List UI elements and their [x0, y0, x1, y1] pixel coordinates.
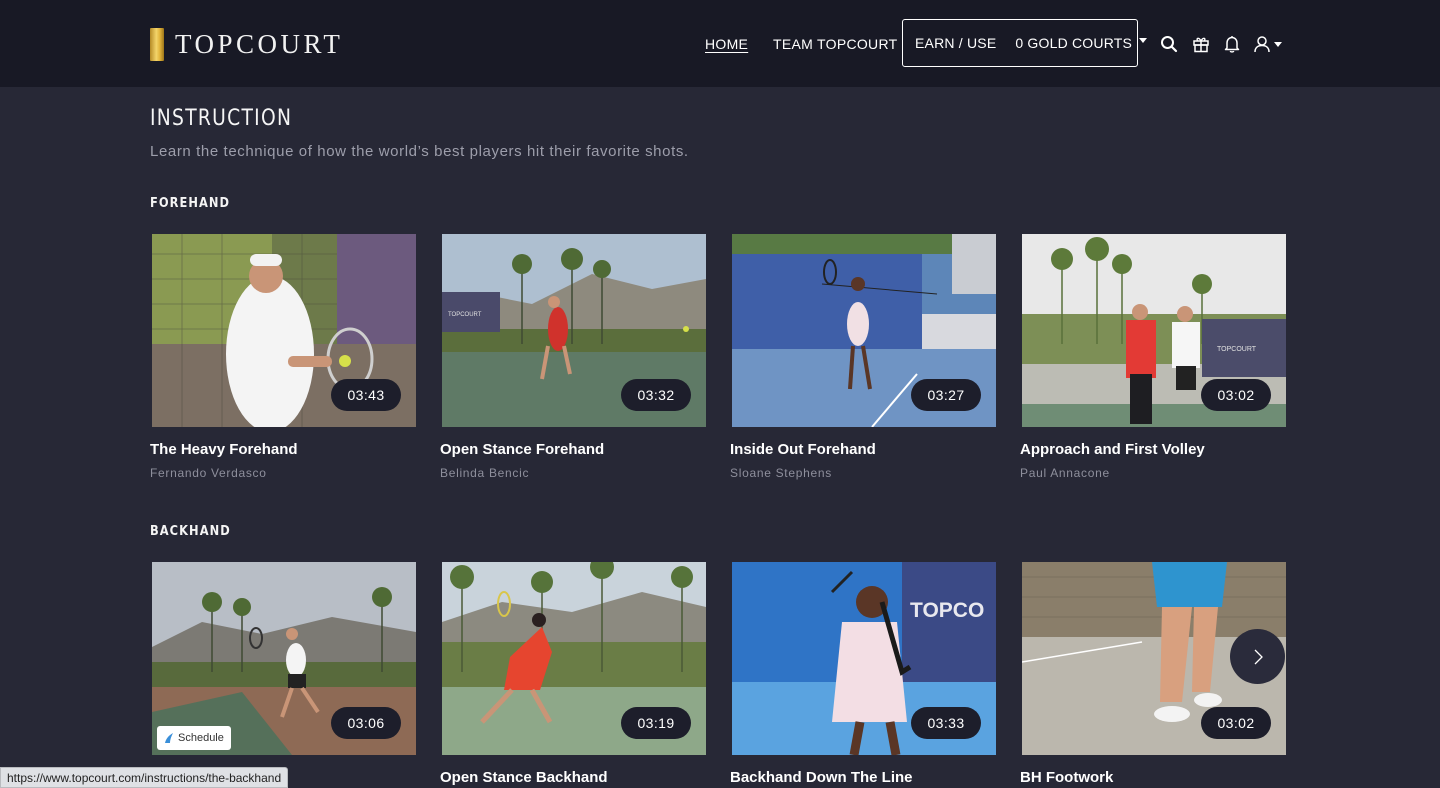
top-nav: TOPCOURT HOME TEAM TOPCOURT EARN / USE 0…	[0, 0, 1440, 87]
banner-text: TOPCO	[910, 599, 984, 622]
video-duration: 03:06	[331, 707, 401, 739]
schedule-badge-label: Schedule	[178, 732, 224, 744]
video-card[interactable]: Schedule 03:06	[150, 560, 418, 769]
video-thumbnail[interactable]: 03:27	[730, 232, 998, 429]
schedule-logo-icon	[165, 733, 173, 743]
video-player-name: Paul Annacone	[1020, 466, 1110, 480]
video-title[interactable]: Backhand Down The Line	[730, 769, 998, 786]
video-duration: 03:02	[1201, 707, 1271, 739]
banner-text: TOPCOURT	[1217, 346, 1257, 353]
chevron-down-icon	[1139, 37, 1148, 43]
carousel-next-button[interactable]	[1230, 629, 1285, 684]
section-title-forehand: FOREHAND	[150, 196, 231, 211]
status-bar-url: https://www.topcourt.com/instructions/th…	[0, 767, 289, 788]
video-card[interactable]: 03:27 Inside Out Forehand Sloane Stephen…	[730, 232, 998, 480]
video-title[interactable]: Inside Out Forehand	[730, 441, 998, 458]
gold-courts-count: 0 GOLD COURTS	[1015, 35, 1133, 51]
video-duration: 03:19	[621, 707, 691, 739]
brand-name: TOPCOURT	[175, 28, 344, 59]
banner-text: TOPCOURT	[448, 312, 482, 318]
chevron-right-icon	[1254, 649, 1263, 664]
video-thumbnail[interactable]: 03:43	[150, 232, 418, 429]
gold-bar-icon	[150, 27, 164, 61]
video-player-name: Belinda Bencic	[440, 466, 530, 480]
video-thumbnail[interactable]: TOPCOURT 03:32	[440, 232, 708, 429]
video-thumbnail[interactable]: TOPCOURT 03:02	[1020, 232, 1288, 429]
video-thumbnail[interactable]: 03:19	[440, 560, 708, 757]
nav-team-link[interactable]: TEAM TOPCOURT	[773, 36, 897, 52]
video-player-name: Sloane Stephens	[730, 466, 832, 480]
nav-home-link[interactable]: HOME	[705, 36, 748, 52]
video-duration: 03:32	[621, 379, 691, 411]
gift-icon[interactable]	[1191, 34, 1211, 54]
video-title[interactable]: Open Stance Backhand	[440, 769, 708, 786]
video-title[interactable]: Approach and First Volley	[1020, 441, 1288, 458]
user-menu-chevron-icon[interactable]	[1274, 42, 1282, 47]
video-duration: 03:27	[911, 379, 981, 411]
video-thumbnail[interactable]: Schedule 03:06	[150, 560, 418, 757]
section-title-backhand: BACKHAND	[150, 524, 231, 539]
schedule-badge[interactable]: Schedule	[157, 726, 231, 750]
gold-courts-dropdown[interactable]: EARN / USE 0 GOLD COURTS	[902, 19, 1148, 67]
video-duration: 03:02	[1201, 379, 1271, 411]
video-duration: 03:33	[911, 707, 981, 739]
earn-use-label: EARN / USE	[915, 35, 997, 51]
bell-icon[interactable]	[1222, 34, 1242, 54]
page-subtitle: Learn the technique of how the world’s b…	[150, 143, 689, 160]
video-thumbnail[interactable]: TOPCO 03:33	[730, 560, 998, 757]
video-title[interactable]: Open Stance Forehand	[440, 441, 708, 458]
video-title[interactable]: The Heavy Forehand	[150, 441, 418, 458]
search-icon[interactable]	[1159, 34, 1179, 54]
page-title: INSTRUCTION	[150, 106, 293, 131]
video-card[interactable]: 03:19 Open Stance Backhand	[440, 560, 708, 786]
video-title[interactable]: BH Footwork	[1020, 769, 1288, 786]
topcourt-logo[interactable]: TOPCOURT	[150, 27, 343, 61]
user-icon[interactable]	[1252, 34, 1272, 54]
video-player-name: Fernando Verdasco	[150, 466, 267, 480]
video-card[interactable]: TOPCOURT 03:32 Open Stance Forehand Beli…	[440, 232, 708, 480]
video-card[interactable]: TOPCOURT 03:02 Approach and First Volley…	[1020, 232, 1288, 480]
video-duration: 03:43	[331, 379, 401, 411]
video-card[interactable]: TOPCO 03:33 Backhand Down The Line	[730, 560, 998, 786]
video-card[interactable]: 03:43 The Heavy Forehand Fernando Verdas…	[150, 232, 418, 480]
